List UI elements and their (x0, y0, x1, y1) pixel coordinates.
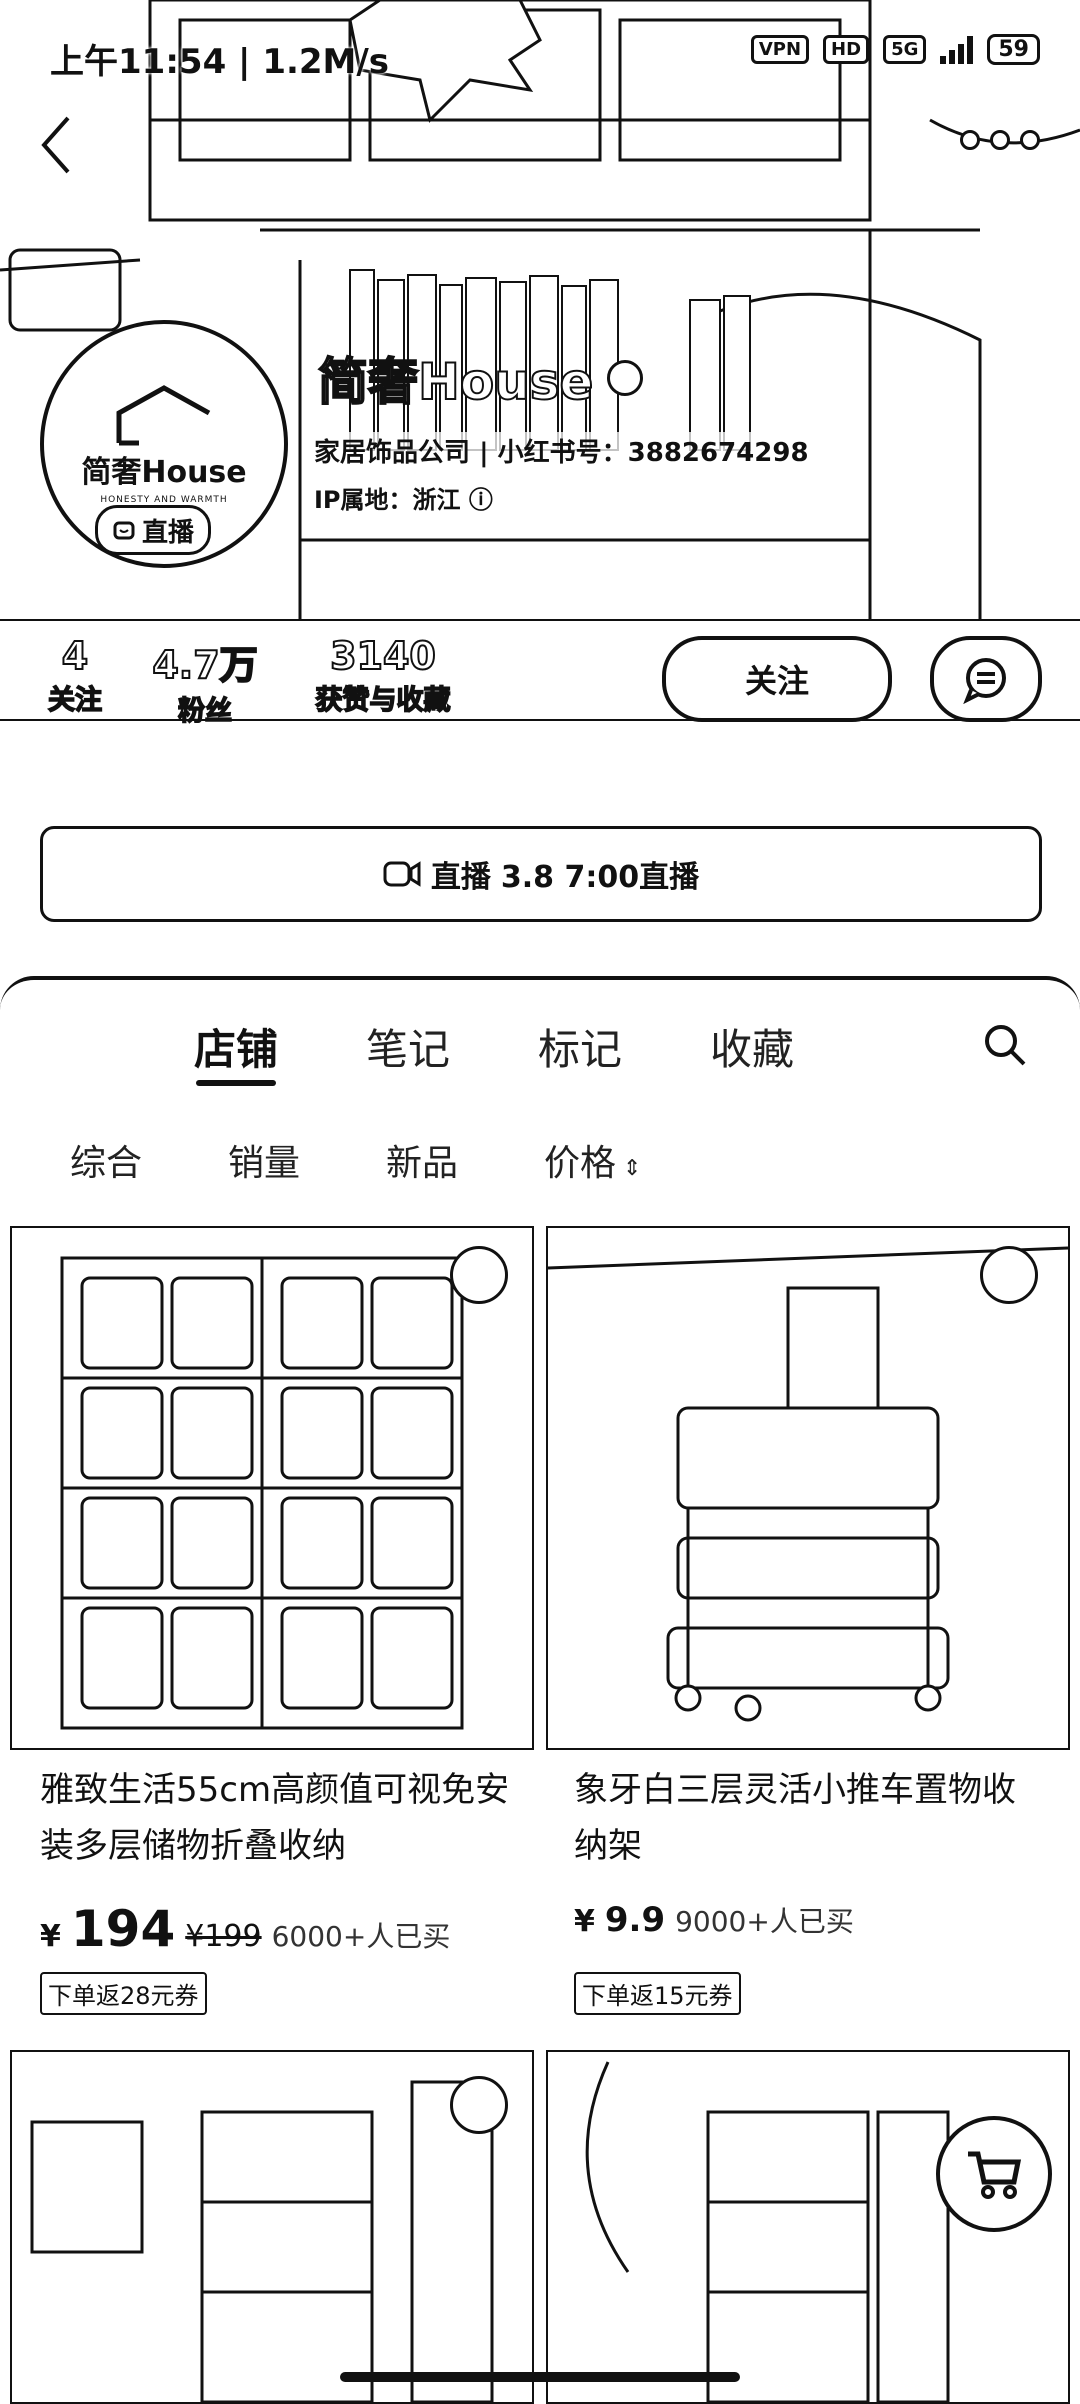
tab-notes[interactable]: 笔记 (322, 1016, 494, 1077)
tab-active-indicator (196, 1080, 276, 1086)
stat-likes[interactable]: 3140 获赞与收藏 (298, 633, 468, 717)
separator: | (479, 438, 498, 468)
battery-icon: 59 (987, 34, 1040, 65)
product-price-row: ¥ 194 ¥199 6000+人已买 (40, 1900, 450, 1958)
status-bar: 上午11:54 | 1.2M/s VPN HD 5G 59 (0, 0, 1080, 110)
search-icon[interactable] (980, 1020, 1030, 1070)
house-logo-icon (116, 385, 211, 446)
tab-favorites[interactable]: 收藏 (666, 1016, 838, 1077)
sort-new[interactable]: 新品 (386, 1134, 458, 1186)
ip-location: IP属地：浙江 ⓘ (310, 480, 497, 515)
status-icons: VPN HD 5G 59 (750, 34, 1040, 65)
stat-likes-label: 获赞与收藏 (315, 684, 452, 717)
stat-following[interactable]: 4 关注 (40, 633, 110, 717)
profile-meta: 家居饰品公司 | 小红书号：3882674298 (310, 432, 813, 469)
storage-cabinet-image (60, 1256, 464, 1730)
product-sold-count: 6000+人已买 (271, 1920, 451, 1953)
live-schedule-bar[interactable]: 直播 3.8 7:00直播 (40, 826, 1042, 922)
live-icon (113, 521, 135, 540)
ip-location-text: IP属地：浙江 (314, 486, 461, 514)
product-title[interactable]: 象牙白三层灵活小推车置物收纳架 (574, 1762, 1044, 1874)
more-icon[interactable] (960, 130, 1040, 150)
sort-price-label: 价格 (544, 1143, 617, 1184)
sort-overall[interactable]: 综合 (70, 1134, 142, 1186)
stat-followers-count: 4.7万 (151, 642, 258, 688)
avatar-logo-subtext: HONESTY AND WARMTH (100, 495, 228, 505)
product-price: 9.9 (604, 1900, 666, 1940)
avatar-logo-text: 简奢House (81, 455, 247, 490)
follow-button[interactable]: 关注 (662, 636, 892, 722)
chart-icon (980, 1246, 1038, 1304)
verified-icon (607, 360, 644, 396)
sort-price[interactable]: 价格 ⇕ (544, 1134, 641, 1186)
company-label: 家居饰品公司 (314, 438, 471, 468)
stat-following-label: 关注 (47, 684, 103, 717)
status-time: 上午11:54 | 1.2M/s (50, 42, 390, 82)
home-indicator[interactable] (340, 2372, 740, 2382)
sort-bar: 综合 销量 新品 价格 ⇕ (70, 1134, 728, 1186)
shopping-cart-button[interactable] (936, 2116, 1052, 2232)
stat-likes-count: 3140 (329, 633, 437, 679)
tab-marks[interactable]: 标记 (494, 1016, 666, 1077)
network-type: 5G (883, 35, 927, 64)
profile-name: 简奢House (317, 342, 644, 414)
chart-icon (450, 2076, 508, 2134)
coupon-badge: 下单返15元券 (574, 1972, 741, 2015)
chat-icon (963, 658, 1006, 704)
live-bar-label: 直播 (430, 860, 491, 895)
redbook-id[interactable]: 小红书号：3882674298 (498, 438, 809, 468)
currency-symbol: ¥ (574, 1904, 595, 1939)
video-camera-icon (383, 861, 421, 887)
product-image[interactable] (10, 1226, 534, 1750)
signal-icon (940, 35, 974, 64)
trolley-cart-image (548, 1246, 1068, 1722)
live-badge-label: 直播 (141, 517, 194, 548)
product-price-row: ¥ 9.9 9000+人已买 (574, 1900, 854, 1940)
stat-followers[interactable]: 4.7万 粉丝 (140, 634, 270, 728)
sort-arrows-icon: ⇕ (616, 1156, 642, 1181)
stat-following-count: 4 (61, 633, 89, 679)
profile-name-text: 简奢House (317, 352, 594, 412)
info-icon[interactable]: ⓘ (469, 486, 493, 514)
product-title[interactable]: 雅致生活55cm高颜值可视免安装多层储物折叠收纳 (40, 1762, 510, 1874)
shopping-cart-icon (968, 2151, 1022, 2199)
live-bar-time: 3.8 7:00直播 (500, 860, 700, 895)
product-image[interactable] (546, 1226, 1070, 1750)
tab-shop[interactable]: 店铺 (150, 1016, 322, 1077)
chart-icon (450, 1246, 508, 1304)
hd-icon: HD (823, 35, 870, 64)
product-price: 194 (70, 1900, 176, 1958)
profile-tabs: 店铺 笔记 标记 收藏 (150, 1016, 838, 1077)
currency-symbol: ¥ (40, 1919, 61, 1954)
back-icon[interactable] (36, 110, 76, 180)
product-original-price: ¥199 (185, 1919, 262, 1954)
live-badge[interactable]: 直播 (95, 505, 211, 555)
stat-followers-label: 粉丝 (177, 695, 233, 728)
sort-sales[interactable]: 销量 (228, 1134, 300, 1186)
product-sold-count: 9000+人已买 (675, 1905, 854, 1938)
vpn-icon: VPN (750, 35, 810, 64)
message-button[interactable] (930, 636, 1042, 722)
coupon-badge: 下单返28元券 (40, 1972, 207, 2015)
